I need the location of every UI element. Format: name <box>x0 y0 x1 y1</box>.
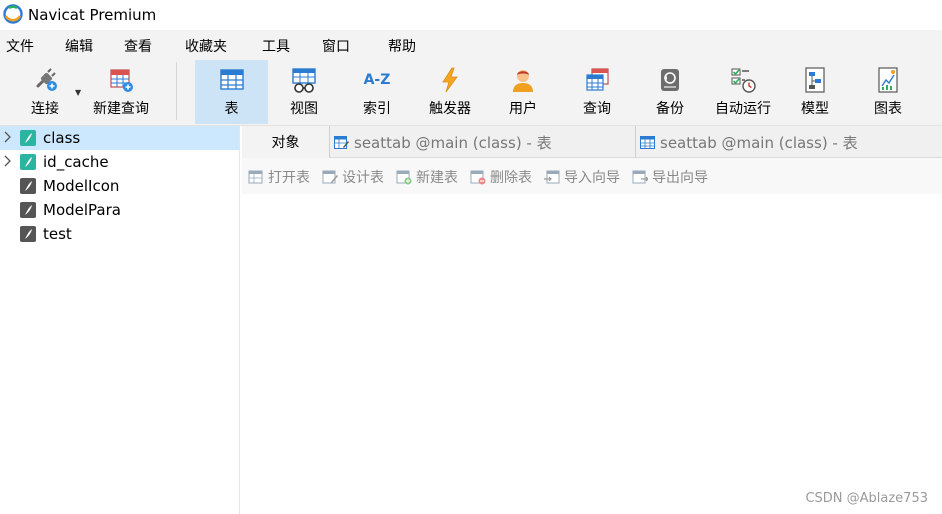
table-button[interactable]: 表 <box>195 60 268 124</box>
table-label: 表 <box>224 101 239 117</box>
table-design-icon <box>334 135 349 149</box>
backup-button[interactable]: 备份 <box>640 60 700 124</box>
chart-button[interactable]: 图表 <box>858 60 918 124</box>
tab-seattab-data[interactable]: seattab @main (class) - 表 <box>636 126 942 158</box>
view-button[interactable]: 视图 <box>272 60 336 124</box>
delete-table-icon <box>470 170 486 185</box>
tab-seattab-design-label: seattab @main (class) - 表 <box>354 133 552 152</box>
connect-label: 连接 <box>31 101 59 117</box>
title-bar: Navicat Premium <box>0 0 942 30</box>
new-query-icon <box>110 69 133 92</box>
tree-item-label: ModelPara <box>43 201 121 219</box>
index-label: 索引 <box>363 101 391 117</box>
tree-item-label: class <box>43 129 81 147</box>
menu-view[interactable]: 查看 <box>124 36 152 56</box>
tree-item-label: test <box>43 225 72 243</box>
tree-item-class[interactable]: class <box>0 126 239 150</box>
tab-seattab-design[interactable]: seattab @main (class) - 表 <box>330 126 636 158</box>
tree-item-modelpara[interactable]: ModelPara <box>0 198 239 222</box>
automation-icon <box>731 68 756 93</box>
export-wizard-button[interactable]: 导出向导 <box>632 168 708 186</box>
chart-label: 图表 <box>874 101 902 117</box>
az-index-icon: A-Z <box>363 72 391 88</box>
new-query-label: 新建查询 <box>93 101 149 117</box>
connect-button[interactable]: 连接 <box>14 60 76 124</box>
view-icon <box>292 68 316 93</box>
new-table-button[interactable]: 新建表 <box>396 168 458 186</box>
model-button[interactable]: 模型 <box>786 60 844 124</box>
tree-item-modelicon[interactable]: ModelIcon <box>0 174 239 198</box>
tab-objects-label: 对象 <box>271 135 300 151</box>
object-toolbar: 打开表 设计表 新建表 删除表 导入向导 导出向导 <box>242 158 942 194</box>
automation-label: 自动运行 <box>715 101 771 117</box>
user-label: 用户 <box>509 101 537 117</box>
open-table-icon <box>248 170 263 184</box>
sqlite-db-closed-icon <box>20 226 36 242</box>
query-button[interactable]: 查询 <box>566 60 628 124</box>
model-icon <box>805 67 825 93</box>
new-table-label: 新建表 <box>416 170 458 186</box>
connection-tree: class id_cache ModelIcon ModelPara test <box>0 126 240 514</box>
sqlite-db-icon <box>20 154 36 170</box>
sqlite-db-closed-icon <box>20 202 36 218</box>
delete-table-button[interactable]: 删除表 <box>470 168 532 186</box>
import-wizard-label: 导入向导 <box>564 170 620 186</box>
connect-dropdown-icon[interactable]: ▼ <box>75 88 81 97</box>
design-table-icon <box>322 170 338 184</box>
chart-icon <box>878 67 898 93</box>
query-icon <box>586 68 609 91</box>
design-table-button[interactable]: 设计表 <box>322 168 384 186</box>
trigger-label: 触发器 <box>429 101 471 117</box>
tab-objects[interactable]: 对象 <box>242 126 330 158</box>
trigger-button[interactable]: 触发器 <box>418 60 482 124</box>
menu-edit[interactable]: 编辑 <box>65 36 93 56</box>
main-toolbar: 连接 ▼ 新建查询 表 视图 A-Z 索引 触发器 用户 查询 备份 自动运行 … <box>0 58 942 126</box>
index-button[interactable]: A-Z 索引 <box>345 60 409 124</box>
backup-icon <box>661 69 679 91</box>
tree-item-id-cache[interactable]: id_cache <box>0 150 239 174</box>
table-icon <box>219 69 244 90</box>
tab-bar: 对象 seattab @main (class) - 表 seattab @ma… <box>242 126 942 158</box>
tab-seattab-data-label: seattab @main (class) - 表 <box>660 133 858 152</box>
new-table-icon <box>396 170 412 185</box>
tree-item-test[interactable]: test <box>0 222 239 246</box>
delete-table-label: 删除表 <box>490 170 532 186</box>
tree-item-label: id_cache <box>43 153 109 171</box>
menu-tools[interactable]: 工具 <box>262 36 290 56</box>
new-query-button[interactable]: 新建查询 <box>88 60 154 124</box>
user-button[interactable]: 用户 <box>492 60 554 124</box>
menu-window[interactable]: 窗口 <box>322 36 350 56</box>
plug-icon <box>36 68 57 91</box>
backup-label: 备份 <box>656 101 684 117</box>
export-icon <box>632 170 648 184</box>
sqlite-db-closed-icon <box>20 178 36 194</box>
window-title: Navicat Premium <box>28 6 157 24</box>
chevron-right-icon[interactable] <box>3 130 13 144</box>
sqlite-db-icon <box>20 130 36 146</box>
toolbar-separator <box>176 62 177 120</box>
open-table-label: 打开表 <box>268 170 310 186</box>
object-list-area[interactable]: CSDN @Ablaze753 <box>242 194 942 514</box>
design-table-label: 设计表 <box>342 170 384 186</box>
lightning-icon <box>442 67 458 93</box>
table-icon <box>640 135 655 149</box>
menu-file[interactable]: 文件 <box>6 36 34 56</box>
tree-item-label: ModelIcon <box>43 177 120 195</box>
view-label: 视图 <box>290 101 318 117</box>
automation-button[interactable]: 自动运行 <box>708 60 778 124</box>
user-icon <box>513 70 533 92</box>
menu-bar: 文件 编辑 查看 收藏夹 工具 窗口 帮助 <box>0 30 942 58</box>
watermark-text: CSDN @Ablaze753 <box>805 491 928 506</box>
query-label: 查询 <box>583 101 611 117</box>
import-icon <box>544 170 560 184</box>
menu-favorites[interactable]: 收藏夹 <box>185 36 227 56</box>
model-label: 模型 <box>801 101 829 117</box>
menu-help[interactable]: 帮助 <box>388 36 416 56</box>
chevron-right-icon[interactable] <box>3 154 13 168</box>
export-wizard-label: 导出向导 <box>652 170 708 186</box>
navicat-logo-icon <box>3 4 23 24</box>
open-table-button[interactable]: 打开表 <box>248 168 310 186</box>
import-wizard-button[interactable]: 导入向导 <box>544 168 620 186</box>
